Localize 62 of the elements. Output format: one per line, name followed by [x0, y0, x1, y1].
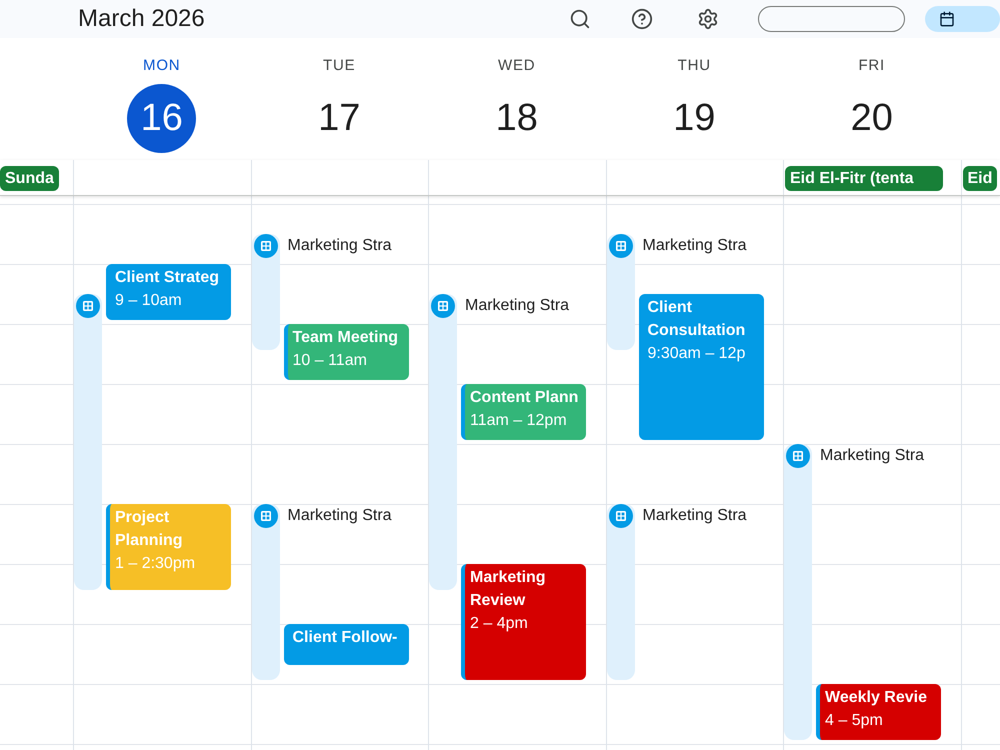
day-number[interactable]: 18 [482, 84, 552, 153]
event-time: 2 – 4pm [470, 614, 529, 634]
day-name: THU [678, 56, 711, 76]
event-card[interactable]: Team Meeting 10 – 11am [284, 324, 408, 380]
event-time: 4 – 5pm [825, 711, 884, 731]
schedule-title: Marketing Stra [642, 506, 747, 526]
grid-icon [608, 234, 632, 258]
schedule-title: Marketing Stra [288, 236, 392, 256]
event-card[interactable]: Marketing Review 2 – 4pm [461, 564, 586, 680]
schedule-block[interactable] [606, 234, 634, 350]
day-name: MON [143, 56, 180, 76]
schedule-block[interactable] [74, 294, 102, 590]
event-card[interactable]: Client Consultation 9:30am – 12p [638, 294, 764, 440]
event-title: Content Plann [470, 388, 580, 408]
schedule-block[interactable] [784, 444, 812, 740]
grid-icon [431, 294, 455, 318]
event-time: 9:30am – 12p [648, 344, 746, 364]
schedule-block[interactable] [606, 504, 634, 680]
event-card[interactable]: Client Strateg 9 – 10am [106, 264, 231, 320]
grid-icon [254, 504, 278, 528]
schedule-title: Marketing Stra [288, 506, 392, 526]
month-title: March 2026 [78, 5, 205, 33]
schedule-block[interactable] [252, 234, 280, 350]
day-number[interactable]: 17 [304, 84, 374, 153]
search-icon[interactable] [569, 8, 591, 30]
event-time: 9 – 10am [115, 291, 183, 311]
help-icon[interactable] [631, 8, 653, 30]
grid-icon [786, 444, 810, 468]
event-card[interactable]: Client Follow- [284, 624, 408, 665]
holiday-chip[interactable]: Eid El-Fitr (tenta [785, 166, 942, 191]
event-title: Marketing Review [470, 568, 547, 611]
day-number[interactable]: 20 [837, 84, 906, 153]
day-name: FRI [858, 56, 886, 76]
grid-icon [76, 294, 100, 318]
event-time: 10 – 11am [292, 351, 368, 371]
grid-icon [608, 504, 632, 528]
schedule-block[interactable] [429, 294, 457, 590]
holiday-chip[interactable]: Sunda [0, 166, 59, 191]
event-title: Client Strateg [115, 268, 220, 288]
event-title: Client Follow- [292, 628, 398, 648]
event-title: Weekly Revie [825, 688, 928, 708]
day-name: WED [498, 56, 536, 76]
event-title: Client Consultation [648, 298, 746, 341]
grid-icon [254, 234, 278, 258]
event-title: Team Meeting [292, 328, 399, 348]
day-number[interactable]: 16 [127, 84, 196, 153]
schedule-title: Marketing Stra [642, 236, 747, 256]
view-select-button[interactable] [758, 6, 905, 32]
calendar-icon [939, 11, 955, 27]
settings-icon[interactable] [697, 8, 719, 30]
event-card[interactable]: Weekly Revie 4 – 5pm [816, 684, 941, 740]
day-name: TUE [323, 56, 356, 76]
schedule-block[interactable] [252, 504, 280, 680]
event-title: Project Planning [115, 508, 184, 551]
event-time: 11am – 12pm [470, 411, 568, 431]
holiday-chip[interactable]: Eid [962, 166, 998, 191]
day-number[interactable]: 19 [660, 84, 729, 153]
schedule-title: Marketing Stra [465, 296, 570, 316]
calendar-button[interactable] [925, 6, 1000, 32]
event-card[interactable]: Content Plann 11am – 12pm [461, 384, 586, 440]
schedule-title: Marketing Stra [820, 446, 924, 466]
event-time: 1 – 2:30pm [115, 554, 196, 574]
